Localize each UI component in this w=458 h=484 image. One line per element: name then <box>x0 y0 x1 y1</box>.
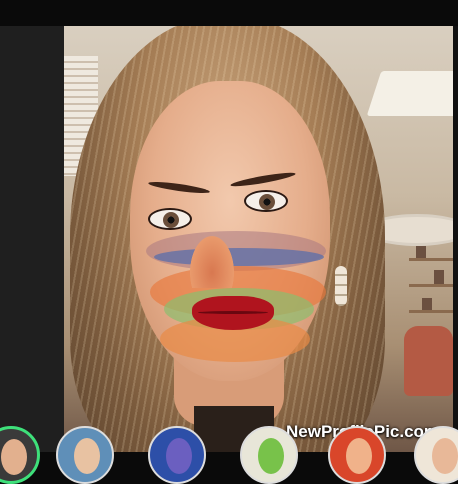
thumbnail-face <box>258 438 284 474</box>
right-edge-panel <box>453 26 458 452</box>
left-eye <box>148 208 192 230</box>
effect-thumbnail[interactable] <box>414 426 458 484</box>
thumbnail-face <box>74 438 100 474</box>
thumbnail-face <box>432 438 458 474</box>
wall-shelf <box>409 258 453 261</box>
edited-photo: NewProfilePic.com <box>64 26 453 452</box>
wall-shelf <box>409 284 453 287</box>
shelf-item <box>416 246 426 258</box>
earring <box>335 266 347 306</box>
wall-shelf <box>409 310 453 313</box>
red-chair <box>404 326 453 396</box>
effect-thumbnail[interactable] <box>240 426 298 484</box>
effect-thumbnail[interactable] <box>328 426 386 484</box>
top-bar <box>0 0 458 26</box>
shelf-item <box>434 270 444 284</box>
nose <box>190 236 234 288</box>
effect-thumbnail[interactable] <box>56 426 114 484</box>
shelf-item <box>422 298 432 310</box>
thumbnail-face <box>166 438 192 474</box>
lip-line <box>198 311 268 314</box>
effect-thumbnail-bar <box>0 420 458 484</box>
effect-thumbnail[interactable] <box>0 426 40 484</box>
thumbnail-face <box>1 439 27 475</box>
effect-thumbnail[interactable] <box>148 426 206 484</box>
thumbnail-face <box>346 438 372 474</box>
left-side-panel <box>0 26 64 452</box>
right-eye <box>244 190 288 212</box>
ceiling-light <box>366 71 453 116</box>
face-paint-band <box>154 248 324 266</box>
